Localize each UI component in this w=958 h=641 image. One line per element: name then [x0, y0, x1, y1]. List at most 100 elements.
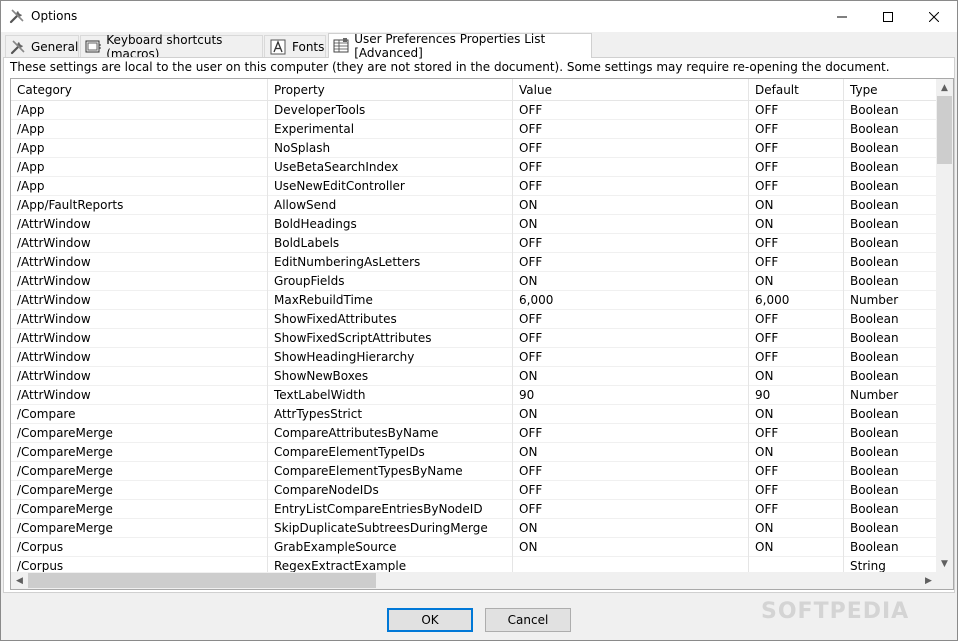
- cell-value[interactable]: ON: [513, 215, 749, 234]
- cell-value[interactable]: OFF: [513, 158, 749, 177]
- cell-value[interactable]: [513, 557, 749, 572]
- vertical-scroll-thumb[interactable]: [937, 96, 952, 164]
- tab-fonts[interactable]: Fonts: [264, 35, 326, 57]
- close-button[interactable]: [911, 1, 957, 32]
- cell-value[interactable]: ON: [513, 272, 749, 291]
- table-row[interactable]: /CompareMerge CompareNodeIDs OFF OFF Boolean: [11, 481, 937, 500]
- cell-default: OFF: [749, 234, 844, 253]
- column-header-default[interactable]: Default: [749, 79, 844, 101]
- table-row[interactable]: /AttrWindow BoldLabels OFF OFF Boolean: [11, 234, 937, 253]
- cell-value[interactable]: 90: [513, 386, 749, 405]
- cell-value[interactable]: OFF: [513, 177, 749, 196]
- cell-value[interactable]: ON: [513, 443, 749, 462]
- cell-category: /AttrWindow: [11, 253, 268, 272]
- cell-type: Boolean: [850, 312, 899, 326]
- cell-default: ON: [749, 405, 844, 424]
- scroll-left-icon[interactable]: ◀: [11, 572, 28, 589]
- cell-type: Boolean: [850, 103, 899, 117]
- cell-property: Experimental: [268, 120, 513, 139]
- table-row[interactable]: /AttrWindow GroupFields ON ON Boolean: [11, 272, 937, 291]
- cell-value[interactable]: ON: [513, 519, 749, 538]
- cell-value[interactable]: OFF: [513, 253, 749, 272]
- cell-value[interactable]: ON: [513, 367, 749, 386]
- cell-category: /CompareMerge: [11, 519, 268, 538]
- table-row[interactable]: /AttrWindow ShowFixedScriptAttributes OFF O…: [11, 329, 937, 348]
- cell-category: /Corpus: [11, 538, 268, 557]
- table-row[interactable]: /Compare AttrTypesStrict ON ON Boolean: [11, 405, 937, 424]
- font-icon: [269, 39, 287, 55]
- table-row[interactable]: /CompareMerge EntryListCompareEntriesByNo…: [11, 500, 937, 519]
- cell-property: ShowFixedScriptAttributes: [268, 329, 513, 348]
- table-row[interactable]: /AttrWindow BoldHeadings ON ON Boolean: [11, 215, 937, 234]
- minimize-button[interactable]: [819, 1, 865, 32]
- table-row[interactable]: /CompareMerge CompareAttributesByName OFF O…: [11, 424, 937, 443]
- table-row[interactable]: /App DeveloperTools OFF OFF Boolean: [11, 101, 937, 120]
- cell-value[interactable]: OFF: [513, 101, 749, 120]
- cell-value[interactable]: OFF: [513, 424, 749, 443]
- cell-value[interactable]: OFF: [513, 310, 749, 329]
- ok-button[interactable]: OK: [387, 608, 473, 632]
- table-row[interactable]: /Corpus RegexExtractExample String: [11, 557, 937, 572]
- scroll-down-icon[interactable]: ▼: [936, 555, 953, 572]
- cell-default: ON: [749, 196, 844, 215]
- table-row[interactable]: /AttrWindow ShowHeadingHierarchy OFF OFF Boo…: [11, 348, 937, 367]
- cell-value[interactable]: OFF: [513, 329, 749, 348]
- cell-value[interactable]: OFF: [513, 234, 749, 253]
- cell-type: Boolean: [850, 483, 899, 497]
- cell-property: AttrTypesStrict: [268, 405, 513, 424]
- column-header-value[interactable]: Value: [513, 79, 749, 101]
- table-row[interactable]: /Corpus GrabExampleSource ON ON Boolean: [11, 538, 937, 557]
- cell-value[interactable]: 6,000: [513, 291, 749, 310]
- table-row[interactable]: /AttrWindow ShowNewBoxes ON ON Boolean: [11, 367, 937, 386]
- cell-type: Boolean: [850, 540, 899, 554]
- cell-default: [749, 557, 844, 572]
- cell-property: NoSplash: [268, 139, 513, 158]
- maximize-icon: [883, 11, 893, 22]
- tab-user-preferences[interactable]: User Preferences Properties List [Advanc…: [328, 32, 592, 60]
- cell-value[interactable]: OFF: [513, 120, 749, 139]
- table-row[interactable]: /CompareMerge CompareElementTypesByName OF…: [11, 462, 937, 481]
- table-row[interactable]: /AttrWindow EditNumberingAsLetters OFF OFF B…: [11, 253, 937, 272]
- table-row[interactable]: /AttrWindow MaxRebuildTime 6,000 6,000 Numbe…: [11, 291, 937, 310]
- cell-value[interactable]: OFF: [513, 500, 749, 519]
- cell-default: OFF: [749, 481, 844, 500]
- cancel-button[interactable]: Cancel: [485, 608, 571, 632]
- table-row[interactable]: /App/FaultReports AllowSend ON ON Boolean: [11, 196, 937, 215]
- vertical-scrollbar[interactable]: ▲ ▼: [936, 79, 953, 572]
- horizontal-scrollbar[interactable]: ◀ ▶: [11, 572, 937, 589]
- cell-value[interactable]: ON: [513, 405, 749, 424]
- column-header-type[interactable]: Type: [844, 79, 937, 101]
- cell-property: CompareAttributesByName: [268, 424, 513, 443]
- cell-default: OFF: [749, 253, 844, 272]
- cell-value[interactable]: ON: [513, 196, 749, 215]
- cell-default: ON: [749, 538, 844, 557]
- cell-value[interactable]: OFF: [513, 139, 749, 158]
- table-row[interactable]: /App UseBetaSearchIndex OFF OFF Boolean: [11, 158, 937, 177]
- preferences-grid: Category Property Value Default Type /Ap…: [10, 78, 954, 590]
- scroll-right-icon[interactable]: ▶: [920, 572, 937, 589]
- cell-value[interactable]: OFF: [513, 462, 749, 481]
- table-row[interactable]: /AttrWindow TextLabelWidth 90 90 Number: [11, 386, 937, 405]
- cell-default: OFF: [749, 348, 844, 367]
- cell-type: Boolean: [850, 445, 899, 459]
- title-bar[interactable]: Options: [1, 1, 957, 32]
- cell-default: ON: [749, 272, 844, 291]
- table-row[interactable]: /App UseNewEditController OFF OFF Boolean: [11, 177, 937, 196]
- cell-value[interactable]: ON: [513, 538, 749, 557]
- maximize-button[interactable]: [865, 1, 911, 32]
- table-row[interactable]: /CompareMerge CompareElementTypeIDs ON ON Bo…: [11, 443, 937, 462]
- tab-keyboard-shortcuts[interactable]: Keyboard shortcuts (macros): [80, 33, 263, 61]
- table-row[interactable]: /AttrWindow ShowFixedAttributes OFF OFF Bool…: [11, 310, 937, 329]
- cell-value[interactable]: OFF: [513, 481, 749, 500]
- tab-general[interactable]: General: [5, 35, 79, 57]
- horizontal-scroll-thumb[interactable]: [28, 573, 376, 588]
- table-row[interactable]: /App Experimental OFF OFF Boolean: [11, 120, 937, 139]
- column-header-property[interactable]: Property: [268, 79, 513, 101]
- cell-default: OFF: [749, 177, 844, 196]
- column-header-category[interactable]: Category: [11, 79, 268, 101]
- grid-rows: /App DeveloperTools OFF OFF Boolean/App Exper…: [11, 101, 937, 572]
- cell-value[interactable]: OFF: [513, 348, 749, 367]
- table-row[interactable]: /App NoSplash OFF OFF Boolean: [11, 139, 937, 158]
- table-row[interactable]: /CompareMerge SkipDuplicateSubtreesDuring…: [11, 519, 937, 538]
- scroll-up-icon[interactable]: ▲: [936, 79, 953, 96]
